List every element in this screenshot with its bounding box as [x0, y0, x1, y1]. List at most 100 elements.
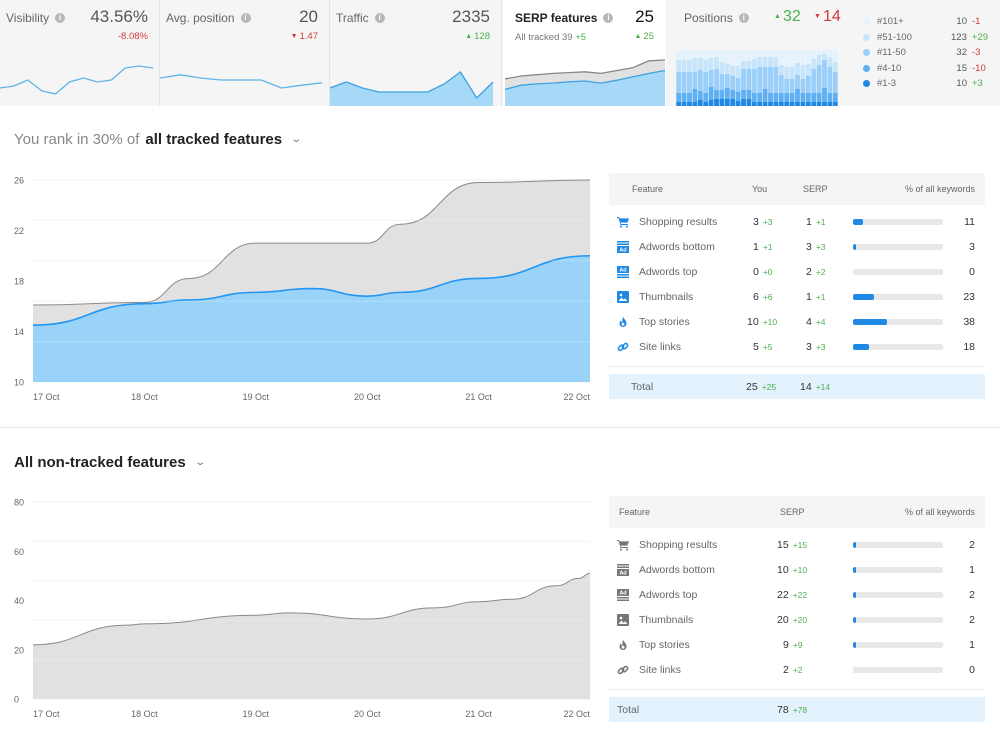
table-row[interactable]: Site links 5 +5 3 +3 18: [609, 334, 985, 359]
serp-count: 3 +3: [806, 240, 826, 253]
serp-count: 20 +20: [777, 613, 808, 626]
position-bar-segment: [676, 60, 682, 72]
position-bar-segment: [778, 93, 784, 102]
info-icon[interactable]: i: [738, 13, 749, 23]
table-row[interactable]: Ad Adwords top 0 +0 2 +2 0: [609, 259, 985, 284]
traffic-card[interactable]: Traffic i 2335 ▲ 128: [330, 0, 502, 106]
info-icon[interactable]: i: [55, 13, 66, 23]
position-bar-segment: [778, 102, 784, 106]
position-bar-segment: [784, 102, 790, 106]
positions-card[interactable]: Positions i ▲ 32 ▼ 14 #101+ 10 -1 #51-100 123 +2…: [668, 0, 1000, 106]
position-bar-segment: [811, 93, 817, 102]
position-bar-segment: [708, 87, 714, 100]
legend-item[interactable]: #101+ 10 -1: [858, 14, 988, 30]
triangle-down-icon: ▼: [290, 32, 298, 40]
percent-bar: [853, 591, 943, 598]
position-bar-segment: [789, 50, 795, 67]
position-bar-segment: [795, 50, 800, 63]
position-bar-segment: [805, 93, 811, 102]
feature-name: Adwords top: [639, 588, 698, 601]
table-row[interactable]: Top stories 9 +9 1: [609, 632, 985, 657]
x-tick-label: 22 Oct: [563, 709, 590, 719]
position-bar-segment: [762, 102, 768, 106]
position-bar-segment: [805, 76, 811, 93]
tracked-features-chart: 10 14 18 22 26 17 Oct 18 Oct 19 Oct 20 Oct 21 Oct…: [14, 176, 590, 403]
position-bar-segment: [784, 93, 790, 102]
info-icon[interactable]: i: [374, 13, 385, 23]
x-tick-label: 21 Oct: [465, 709, 492, 719]
position-bar-segment: [692, 72, 698, 89]
table-row[interactable]: Ad Adwords bottom 1 +1 3 +3 3: [609, 234, 985, 259]
legend-item[interactable]: #4-10 15 -10: [858, 61, 988, 77]
y-tick-label: 20: [14, 645, 24, 655]
position-bar-segment: [805, 64, 811, 76]
traffic-sparkline: [330, 71, 494, 106]
position-bar-segment: [687, 93, 692, 102]
y-tick-label: 0: [14, 695, 19, 705]
avg-position-card[interactable]: Avg. position i 20 ▼ 1.47: [160, 0, 330, 106]
position-bar-segment: [773, 67, 779, 93]
position-bar-segment: [784, 79, 790, 93]
table-row[interactable]: Site links 2 +2 0: [609, 657, 985, 682]
table-row[interactable]: Ad Adwords top 22 +22 2: [609, 582, 985, 607]
serp-count: 22 +22: [777, 588, 808, 601]
position-bar-segment: [800, 50, 806, 65]
serp-features-card[interactable]: SERP features i 25 All tracked 39 +5 ▲ 25: [503, 0, 666, 106]
position-bar-segment: [762, 50, 768, 57]
svg-text:Ad: Ad: [619, 590, 626, 596]
percent-bar-fill: [853, 293, 874, 300]
total-row: Total 25 +25 14 +14: [609, 374, 985, 399]
chevron-down-icon[interactable]: ⌄: [290, 134, 302, 145]
percent-value: 2: [969, 538, 975, 551]
x-tick-label: 20 Oct: [354, 392, 381, 402]
svg-text:Ad: Ad: [619, 267, 626, 273]
percent-bar: [853, 616, 943, 623]
you-count: 0 +0: [753, 265, 773, 278]
serp-count: 2 +2: [783, 663, 803, 676]
visibility-title: Visibility: [6, 11, 50, 25]
position-bar-segment: [757, 102, 763, 106]
avg-position-sparkline: [160, 74, 323, 89]
legend-item[interactable]: #1-3 10 +3: [858, 76, 988, 92]
nontracked-features-selector[interactable]: All non-tracked features: [14, 454, 186, 471]
table-header: Feature You SERP % of all keywords: [609, 173, 985, 205]
y-tick-label: 60: [14, 547, 24, 557]
position-bar-segment: [746, 99, 752, 106]
table-row[interactable]: Shopping results 3 +3 1 +1 11: [609, 209, 985, 234]
x-tick-label: 21 Oct: [465, 392, 492, 402]
position-bar-segment: [681, 102, 687, 106]
tracked-features-table: Feature You SERP % of all keywords Shopp…: [609, 173, 985, 399]
info-icon[interactable]: i: [240, 13, 251, 23]
table-row[interactable]: Shopping results 15 +15 2: [609, 532, 985, 557]
flame-icon: [617, 639, 629, 651]
image-icon: [617, 290, 629, 303]
position-bar-segment: [773, 57, 779, 67]
position-bar-segment: [714, 90, 719, 99]
position-bar-segment: [681, 93, 687, 102]
percent-bar-fill: [853, 616, 856, 623]
position-bar-segment: [681, 72, 687, 93]
chevron-down-icon[interactable]: ⌄: [194, 457, 206, 468]
table-row[interactable]: Thumbnails 20 +20 2: [609, 607, 985, 632]
info-icon[interactable]: i: [603, 13, 614, 23]
position-bar-segment: [681, 50, 687, 60]
position-bar-segment: [795, 102, 800, 106]
position-bar-segment: [805, 50, 811, 64]
feature-name: Adwords bottom: [639, 240, 715, 253]
table-row[interactable]: Thumbnails 6 +6 1 +1 23: [609, 284, 985, 309]
serp-count: 3 +3: [806, 340, 826, 353]
feature-name: Thumbnails: [639, 290, 694, 303]
table-row[interactable]: Ad Adwords bottom 10 +10 1: [609, 557, 985, 582]
position-bar-segment: [746, 90, 752, 99]
table-row[interactable]: Top stories 10 +10 4 +4 38: [609, 309, 985, 334]
tracked-features-selector[interactable]: all tracked features: [145, 131, 282, 148]
position-bar-segment: [778, 50, 784, 65]
section-divider: [0, 427, 1000, 428]
visibility-card[interactable]: Visibility i 43.56% -8.08%: [0, 0, 160, 106]
legend-item[interactable]: #11-50 32 -3: [858, 45, 988, 61]
position-bar-segment: [692, 102, 698, 106]
ad-top-icon: Ad: [617, 588, 629, 601]
legend-item[interactable]: #51-100 123 +29: [858, 30, 988, 46]
you-count: 3 +3: [753, 215, 773, 228]
position-bar-segment: [789, 102, 795, 106]
